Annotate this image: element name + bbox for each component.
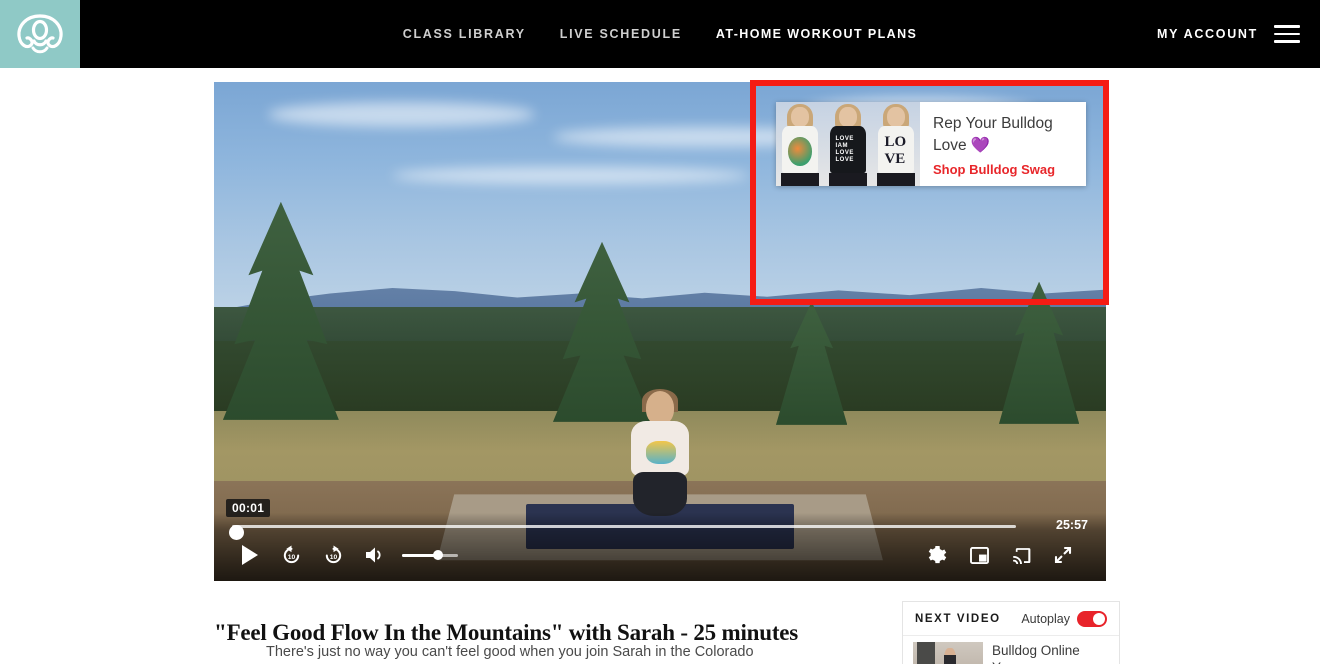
- nav-item-at-home-workout-plans[interactable]: AT-HOME WORKOUT PLANS: [716, 27, 917, 41]
- instructor-figure: [615, 388, 704, 521]
- svg-text:10: 10: [329, 553, 337, 560]
- site-header: CLASS LIBRARY LIVE SCHEDULE AT-HOME WORK…: [0, 0, 1320, 68]
- hamburger-menu-icon[interactable]: [1274, 25, 1300, 43]
- list-item[interactable]: Bulldog Online Yoga -: [903, 636, 1119, 664]
- ad-title: Rep Your Bulldog Love 💜: [933, 114, 1053, 154]
- model-1: [776, 102, 824, 186]
- account-area: MY ACCOUNT: [1157, 0, 1300, 68]
- model-3: LO VE: [872, 102, 920, 186]
- page-root: CLASS LIBRARY LIVE SCHEDULE AT-HOME WORK…: [0, 0, 1320, 664]
- primary-nav: CLASS LIBRARY LIVE SCHEDULE AT-HOME WORK…: [0, 0, 1320, 68]
- next-video-thumbnail: [913, 642, 983, 664]
- progress-bar[interactable]: 00:01: [226, 499, 1016, 540]
- my-account-link[interactable]: MY ACCOUNT: [1157, 27, 1258, 41]
- ad-thumbnail: LOVE IAM LOVE LOVE LO VE: [776, 102, 920, 186]
- picture-in-picture-icon[interactable]: [962, 538, 996, 572]
- replay-10-icon[interactable]: 10: [274, 538, 308, 572]
- play-icon[interactable]: [232, 538, 266, 572]
- site-logo[interactable]: [0, 0, 80, 68]
- ad-body: Rep Your Bulldog Love 💜 Shop Bulldog Swa…: [920, 102, 1086, 186]
- ad-cta-link[interactable]: Shop Bulldog Swag: [933, 162, 1076, 177]
- progress-row: 00:01 25:57: [226, 499, 1088, 540]
- ad-overlay-card[interactable]: LOVE IAM LOVE LOVE LO VE Rep Your Bulldog Lo…: [776, 102, 1086, 186]
- fullscreen-icon[interactable]: [1046, 538, 1080, 572]
- next-video-title: Bulldog Online Yoga -: [992, 643, 1080, 664]
- next-video-header: NEXT VIDEO Autoplay: [903, 602, 1119, 636]
- model-2: LOVE IAM LOVE LOVE: [824, 102, 872, 186]
- video-description: There's just no way you can't feel good …: [266, 644, 754, 660]
- autoplay-label: Autoplay: [1021, 611, 1070, 626]
- next-video-panel: NEXT VIDEO Autoplay Bulldog Online Yoga …: [902, 601, 1120, 664]
- volume-icon[interactable]: [358, 538, 392, 572]
- settings-gear-icon[interactable]: [920, 538, 954, 572]
- video-title: "Feel Good Flow In the Mountains" with S…: [214, 620, 799, 645]
- player-control-bar: 00:01 25:57 10 10: [214, 499, 1106, 581]
- nav-item-class-library[interactable]: CLASS LIBRARY: [403, 27, 526, 41]
- volume-slider-knob[interactable]: [433, 550, 444, 560]
- cloud: [267, 101, 536, 127]
- right-controls: [920, 538, 1088, 572]
- autoplay-toggle[interactable]: [1077, 610, 1107, 627]
- current-time-badge: 00:01: [226, 499, 271, 517]
- chromecast-icon[interactable]: [1004, 538, 1038, 572]
- autoplay-control[interactable]: Autoplay: [1021, 610, 1107, 627]
- nav-item-live-schedule[interactable]: LIVE SCHEDULE: [560, 27, 682, 41]
- control-buttons-row: 10 10: [214, 535, 1106, 575]
- autoplay-toggle-knob: [1093, 612, 1105, 625]
- forward-10-icon[interactable]: 10: [316, 538, 350, 572]
- volume-slider[interactable]: [402, 548, 458, 562]
- duration-label: 25:57: [1056, 518, 1088, 532]
- next-video-heading: NEXT VIDEO: [915, 612, 1001, 625]
- svg-text:10: 10: [287, 553, 295, 560]
